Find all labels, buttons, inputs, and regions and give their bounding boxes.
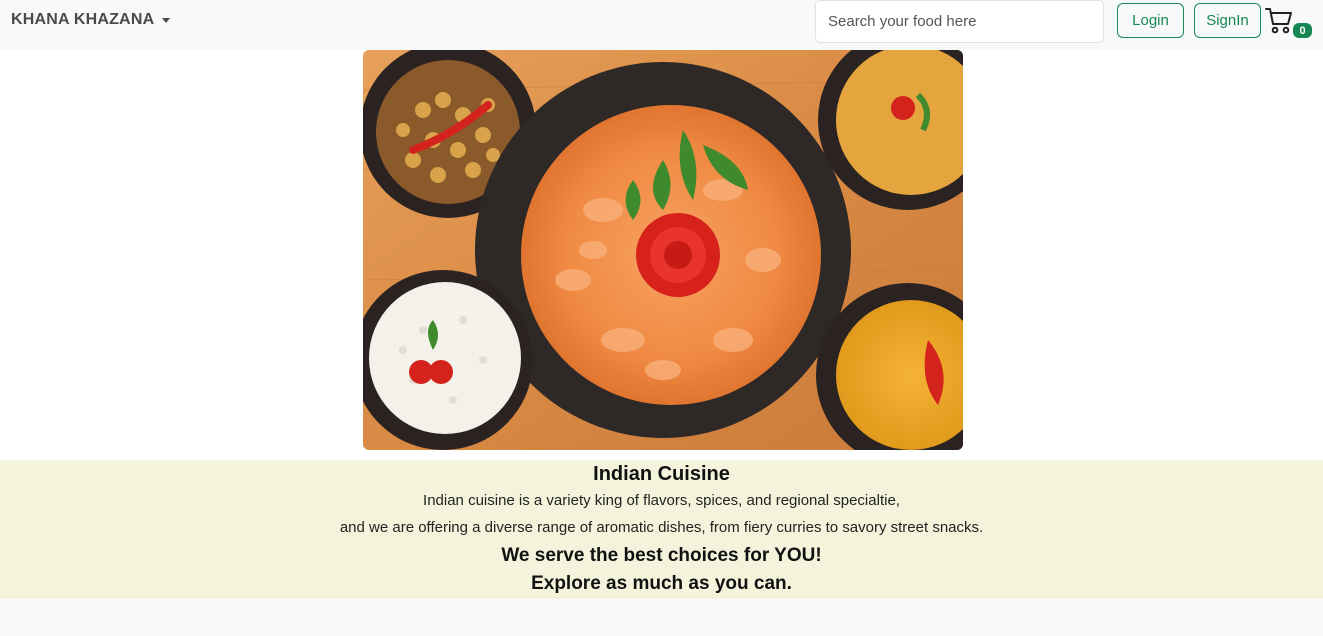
tagline-1: We serve the best choices for YOU! [501, 545, 822, 566]
brand-dropdown[interactable]: KHANA KHAZANA [11, 11, 171, 29]
cuisine-info-section: Indian Cuisine Indian cuisine is a varie… [0, 460, 1323, 599]
search-input[interactable] [815, 0, 1104, 43]
navbar: KHANA KHAZANA Login SignIn 0 [0, 0, 1323, 50]
login-button[interactable]: Login [1117, 3, 1184, 38]
cart-count-badge: 0 [1293, 23, 1312, 38]
tagline-2: Explore as much as you can. [531, 573, 792, 594]
hero-section [0, 50, 1323, 460]
description-line-1: Indian cuisine is a variety king of flav… [423, 492, 900, 509]
signin-button[interactable]: SignIn [1194, 3, 1261, 38]
section-title: Indian Cuisine [593, 463, 730, 485]
cart-button[interactable]: 0 [1264, 5, 1314, 41]
hero-image [363, 50, 963, 450]
chevron-down-icon [162, 17, 171, 23]
cart-icon [1265, 8, 1292, 34]
brand-name: KHANA KHAZANA [11, 11, 155, 28]
description-line-2: and we are offering a diverse range of a… [339, 519, 984, 536]
